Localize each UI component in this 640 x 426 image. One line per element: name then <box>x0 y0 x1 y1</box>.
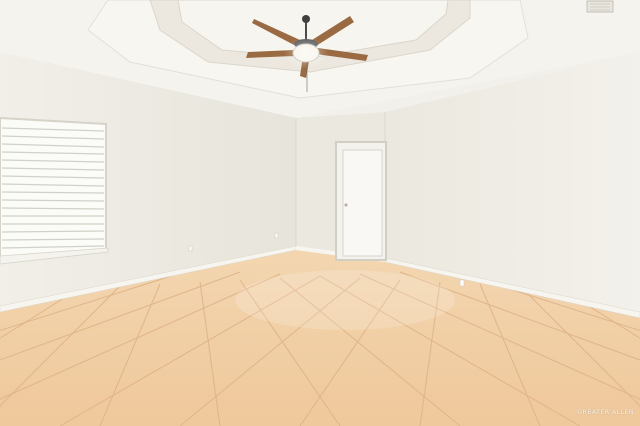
outlet <box>274 232 279 239</box>
window-with-blinds <box>0 116 109 265</box>
ceiling-vent <box>586 0 614 13</box>
room-illustration <box>0 0 640 426</box>
watermark-text: GREATER ALLEN <box>577 408 634 416</box>
open-door <box>335 141 387 261</box>
door-knob <box>344 203 348 207</box>
room-photo: GREATER ALLEN <box>0 0 640 426</box>
outlet <box>459 279 465 287</box>
outlet <box>188 245 193 252</box>
